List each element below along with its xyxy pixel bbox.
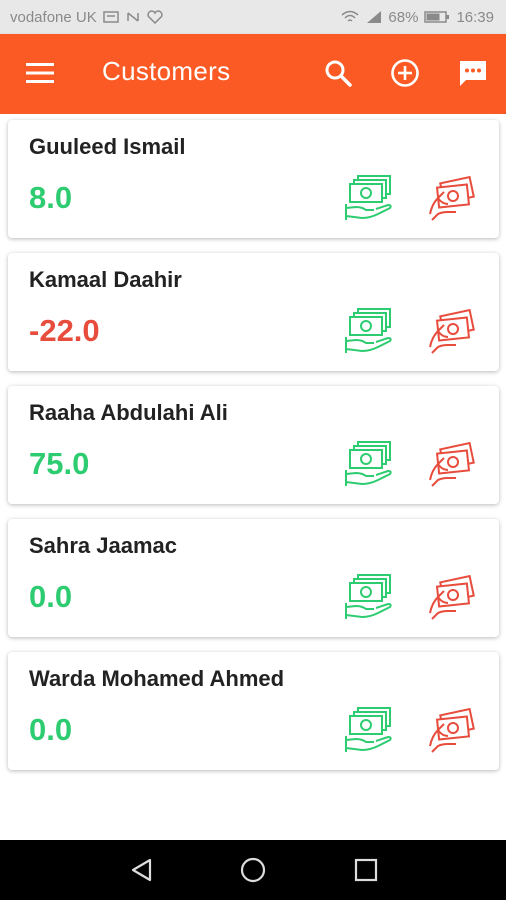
customer-card[interactable]: Warda Mohamed Ahmed 0.0	[8, 652, 499, 770]
system-nav-bar	[0, 840, 506, 900]
give-money-icon[interactable]	[428, 440, 478, 488]
receive-money-icon[interactable]	[344, 706, 394, 754]
page-title: Customers	[102, 56, 231, 86]
receive-money-icon[interactable]	[344, 440, 394, 488]
carrier-label: vodafone UK	[10, 8, 97, 26]
customer-name: Raaha Abdulahi Ali	[29, 400, 228, 425]
wifi-icon	[341, 10, 359, 22]
customer-balance: 0.0	[29, 712, 73, 747]
customer-card[interactable]: Raaha Abdulahi Ali 75.0	[8, 386, 499, 504]
give-money-icon[interactable]	[428, 174, 478, 222]
customer-name: Sahra Jaamac	[29, 533, 177, 558]
status-right: 68% 16:39	[340, 9, 494, 26]
recents-icon[interactable]	[352, 856, 380, 884]
receive-money-icon[interactable]	[344, 307, 394, 355]
clock: 16:39	[456, 8, 494, 26]
customer-balance: 8.0	[29, 180, 73, 215]
menu-icon[interactable]	[26, 62, 54, 84]
sim-icon	[102, 11, 119, 23]
give-money-icon[interactable]	[428, 307, 478, 355]
customer-balance: -22.0	[29, 313, 100, 348]
give-money-icon[interactable]	[428, 573, 478, 621]
message-icon[interactable]	[458, 58, 488, 88]
back-icon[interactable]	[128, 856, 156, 884]
app-bar: Customers	[0, 34, 506, 114]
receive-money-icon[interactable]	[344, 174, 394, 222]
customer-list: Guuleed Ismail 8.0 Kamaal Daahir -22.0 R…	[0, 114, 506, 840]
customer-card[interactable]: Sahra Jaamac 0.0	[8, 519, 499, 637]
signal-icon	[367, 11, 382, 23]
customer-name: Guuleed Ismail	[29, 134, 186, 159]
customer-balance: 75.0	[29, 446, 90, 481]
add-circle-icon[interactable]	[390, 58, 420, 88]
customer-card[interactable]: Kamaal Daahir -22.0	[8, 253, 499, 371]
receive-money-icon[interactable]	[344, 573, 394, 621]
customer-balance: 0.0	[29, 579, 73, 614]
customer-name: Kamaal Daahir	[29, 267, 182, 292]
nfc-icon	[126, 12, 139, 22]
home-icon[interactable]	[239, 856, 267, 884]
give-money-icon[interactable]	[428, 706, 478, 754]
battery-icon	[424, 11, 450, 23]
customer-card[interactable]: Guuleed Ismail 8.0	[8, 120, 499, 238]
search-icon[interactable]	[323, 58, 353, 88]
battery-percent: 68%	[388, 8, 419, 26]
status-left: vodafone UK	[10, 9, 163, 26]
health-icon	[147, 10, 163, 24]
status-bar: vodafone UK 68% 16:39	[0, 0, 506, 34]
customer-name: Warda Mohamed Ahmed	[29, 666, 285, 691]
